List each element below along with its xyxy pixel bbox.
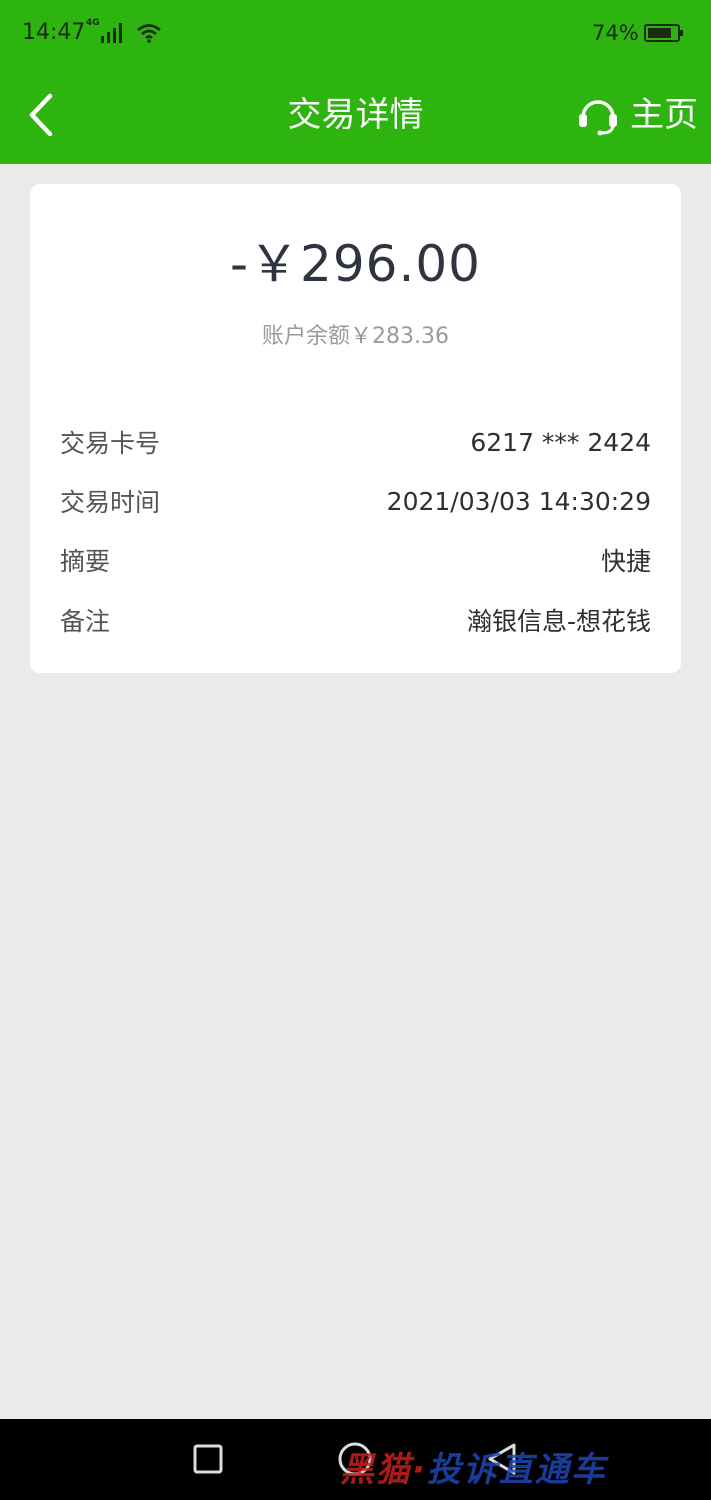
detail-value: 2021/03/03 14:30:29 [386, 486, 651, 516]
home-button[interactable]: 主页 [576, 92, 698, 138]
network-type: 4G [86, 18, 100, 28]
battery-icon [644, 24, 683, 42]
detail-value: 6217 *** 2424 [470, 427, 651, 457]
watermark-part1: 黑猫 [340, 1450, 412, 1490]
detail-label: 交易卡号 [60, 429, 161, 458]
detail-label: 交易时间 [60, 488, 161, 517]
wifi-icon [137, 24, 161, 43]
detail-label: 备注 [60, 607, 111, 636]
card-number-row: 交易卡号 6217 *** 2424 [60, 422, 651, 462]
transaction-detail-card: -￥296.00 账户余额￥283.36 交易卡号 6217 *** 2424 … [30, 184, 681, 673]
app-header: 交易详情 主页 [0, 66, 711, 164]
detail-label: 摘要 [60, 547, 111, 576]
watermark: 黑猫·投诉直通车 [340, 1450, 607, 1490]
account-balance: 账户余额￥283.36 [262, 324, 449, 349]
detail-value: 瀚银信息-想花钱 [466, 607, 651, 636]
transaction-amount: -￥296.00 [230, 235, 481, 293]
transaction-time-row: 交易时间 2021/03/03 14:30:29 [60, 481, 651, 521]
headset-icon [579, 100, 617, 136]
status-time: 14:47 [22, 20, 86, 45]
detail-value: 快捷 [600, 547, 651, 576]
summary-row: 摘要 快捷 [60, 540, 651, 580]
home-label: 主页 [630, 95, 698, 135]
signal-icon [101, 23, 122, 43]
status-bar: 14:47 4G 74% [0, 0, 711, 66]
watermark-part2: 投诉直通车 [426, 1450, 607, 1490]
remark-row: 备注 瀚银信息-想花钱 [60, 600, 651, 640]
recent-apps-icon[interactable] [192, 1443, 224, 1475]
battery-percent: 74% [592, 21, 639, 45]
